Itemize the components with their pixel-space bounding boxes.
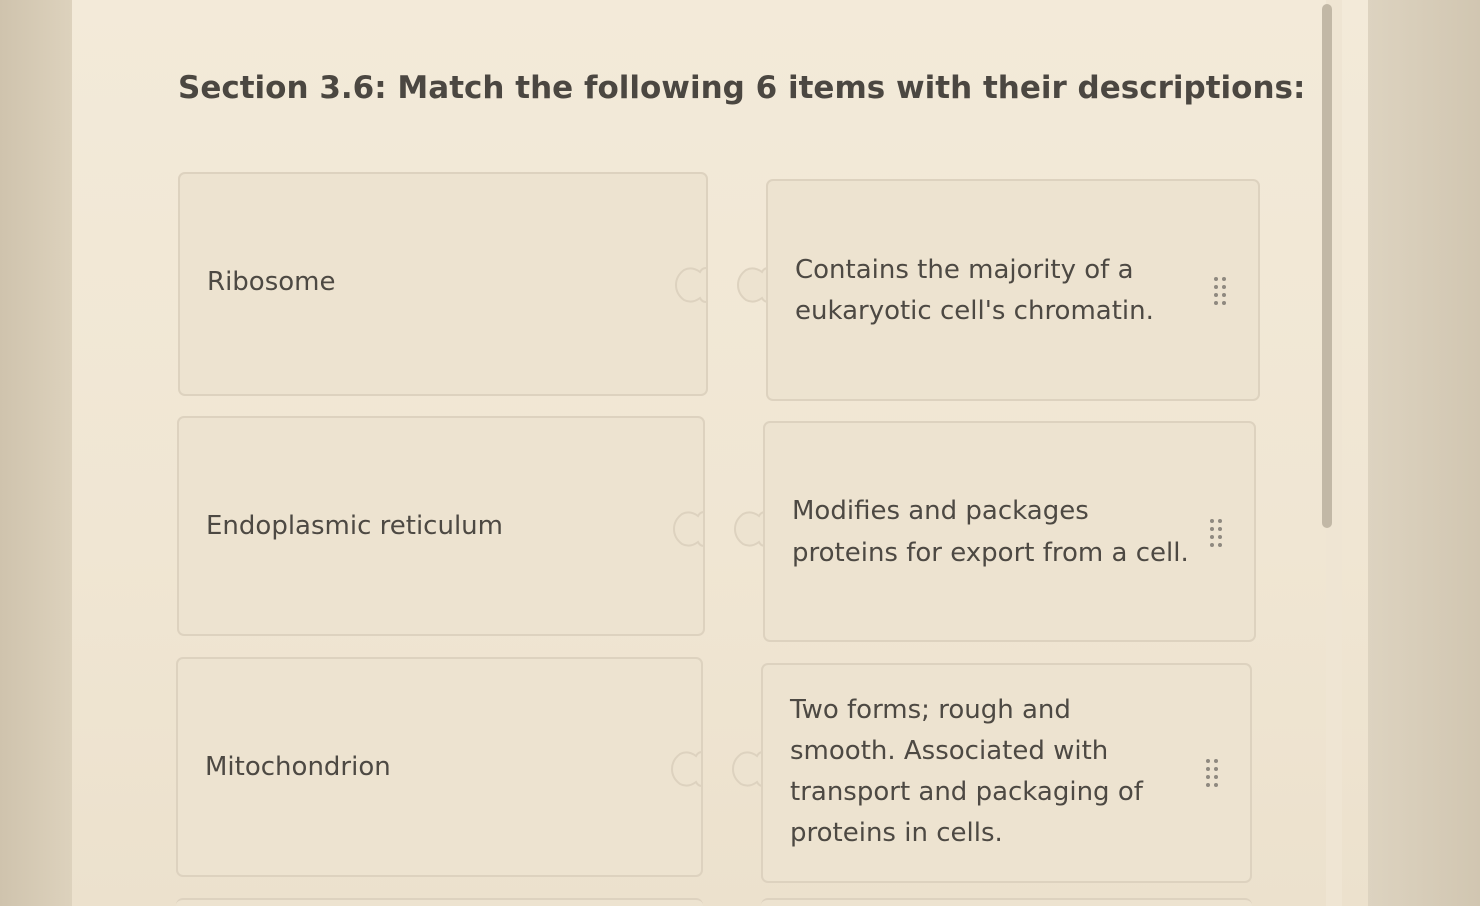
screen-bezel-left: [0, 0, 72, 906]
description-line: eukaryotic cell's chromatin.: [795, 296, 1154, 326]
description-line: transport and packaging of: [790, 777, 1143, 807]
match-item-card: Ribosome: [178, 172, 708, 396]
match-item-card: Mitochondrion: [176, 657, 703, 877]
grip-vertical-icon[interactable]: [1204, 757, 1220, 791]
description-line: Modifies and packages: [792, 496, 1089, 526]
description-card[interactable]: Contains the majority of a eukaryotic ce…: [766, 179, 1260, 401]
question-title: Section 3.6: Match the following 6 items…: [178, 70, 1306, 106]
match-item-card-partial: [176, 898, 703, 906]
match-item-card: Endoplasmic reticulum: [177, 416, 705, 636]
match-item-label: Ribosome: [207, 267, 336, 297]
connector-icon: [731, 751, 763, 787]
match-item-label: Mitochondrion: [205, 752, 391, 782]
grip-vertical-icon[interactable]: [1212, 275, 1228, 309]
description-line: smooth. Associated with: [790, 736, 1109, 766]
connector-icon: [670, 751, 702, 787]
connector-icon: [672, 511, 704, 547]
match-item-label: Endoplasmic reticulum: [206, 511, 503, 541]
scrollbar-thumb[interactable]: [1322, 4, 1332, 528]
grip-vertical-icon[interactable]: [1208, 517, 1224, 551]
connector-icon: [736, 267, 768, 303]
connector-icon: [733, 511, 765, 547]
description-line: proteins in cells.: [790, 818, 1003, 848]
description-line: proteins for export from a cell.: [792, 538, 1189, 568]
connector-icon: [674, 267, 706, 303]
description-card[interactable]: Modifies and packages proteins for expor…: [763, 421, 1256, 642]
description-line: Two forms; rough and: [790, 695, 1071, 725]
description-card-partial[interactable]: [761, 898, 1252, 906]
description-card[interactable]: Two forms; rough and smooth. Associated …: [761, 663, 1252, 883]
description-line: Contains the majority of a: [795, 255, 1134, 285]
screen-bezel-right: [1368, 0, 1480, 906]
